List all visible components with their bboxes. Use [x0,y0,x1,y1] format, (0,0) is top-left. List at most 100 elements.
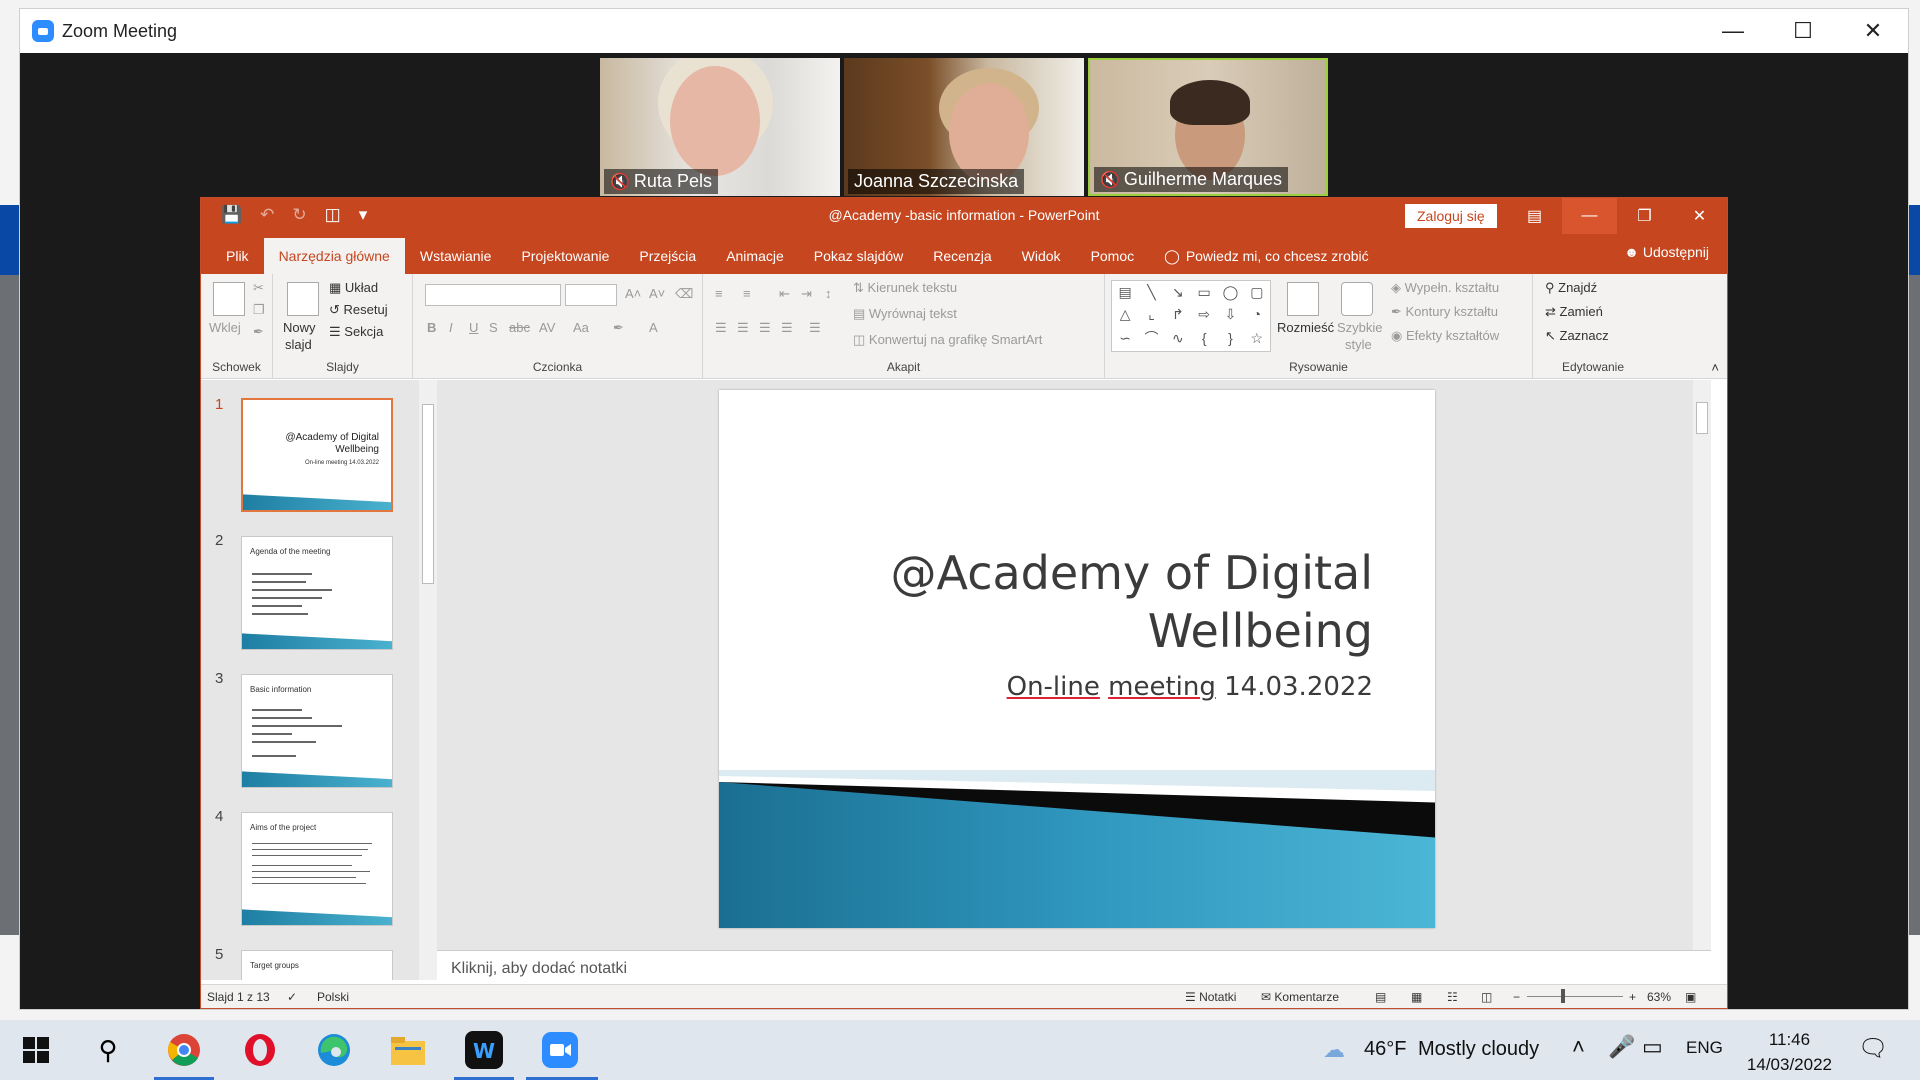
arrange-button[interactable]: Rozmieść [1277,320,1334,335]
video-tile-active-speaker[interactable]: 🔇 Guilherme Marques [1088,58,1328,196]
font-name-input[interactable] [425,284,561,306]
tab-view[interactable]: Widok [1007,238,1076,274]
slide-thumbnail-5[interactable]: Target groups [241,950,393,980]
ppt-restore-button[interactable]: ❐ [1617,198,1672,234]
shrink-font-icon[interactable]: A˅ [649,286,665,301]
chrome-icon[interactable] [164,1030,204,1070]
wave-shape-icon[interactable]: ∿ [1172,330,1184,347]
shapes-gallery[interactable]: ▤ ╲ ↘ ▭ ◯ ▢ △ ⌞ ↱ ⇨ ⇩ ◔ ∽ ⌒ ∿ { } ☆ [1111,280,1271,352]
slideshow-view-icon[interactable]: ◫ [1481,990,1492,1004]
cut-icon[interactable]: ✂ [253,280,264,296]
tab-file[interactable]: Plik [211,238,264,274]
increase-indent-icon[interactable]: ⇥ [801,286,812,302]
tell-me-search[interactable]: ◯ Powiedz mi, co chcesz zrobić [1149,238,1369,274]
oval-shape-icon[interactable]: ◯ [1223,284,1239,301]
quick-styles-button[interactable]: Szybkie [1337,320,1383,335]
slide-thumbnail-1[interactable]: @Academy of Digital Wellbeing On-line me… [241,398,393,512]
shape-effects-button[interactable]: ◉ Efekty kształtów [1391,328,1499,344]
shadow-icon[interactable]: S [489,320,498,335]
tab-review[interactable]: Recenzja [918,238,1006,274]
curve-shape-icon[interactable]: ∽ [1119,330,1131,347]
align-text-button[interactable]: ▤ Wyrównaj tekst [853,306,957,322]
justify-icon[interactable]: ☰ [781,320,793,336]
brace-right-icon[interactable]: } [1228,330,1233,346]
slide-subtitle[interactable]: On-line meeting 14.03.2022 [1007,672,1373,702]
edge-icon[interactable] [314,1030,354,1070]
slide-thumbnail-3[interactable]: Basic information [241,674,393,788]
reading-view-icon[interactable]: ☷ [1447,990,1458,1004]
paste-button[interactable]: Wklej [209,320,241,335]
rectangle-shape-icon[interactable]: ▭ [1198,284,1211,301]
font-size-input[interactable] [565,284,617,306]
battery-icon[interactable]: ▭ [1642,1034,1663,1060]
font-color-icon[interactable]: A [649,320,658,335]
current-slide[interactable]: @Academy of Digital Wellbeing On-line me… [719,390,1435,928]
microphone-icon[interactable]: 🎤 [1608,1034,1635,1060]
highlight-icon[interactable]: ✒ [613,320,624,336]
columns-icon[interactable]: ☰ [809,320,821,336]
slide-title[interactable]: @Academy of Digital Wellbeing [813,545,1373,660]
triangle-shape-icon[interactable]: △ [1120,306,1131,323]
notification-icon[interactable]: 🗨 [1858,1034,1888,1063]
share-button[interactable]: ☻ Udostępnij [1624,244,1709,260]
fit-to-window-icon[interactable]: ▣ [1685,990,1696,1004]
slide-thumbnail-4[interactable]: Aims of the project [241,812,393,926]
zoom-slider-handle[interactable] [1561,989,1565,1003]
shape-fill-button[interactable]: ◈ Wypełn. kształtu [1391,280,1499,296]
bold-icon[interactable]: B [427,320,436,335]
elbow-connector-icon[interactable]: ⌞ [1148,306,1155,323]
new-slide-dropdown[interactable]: slajd [285,337,312,352]
elbow-arrow-icon[interactable]: ↱ [1172,306,1184,323]
strikethrough-icon[interactable]: abc [509,320,530,335]
convert-smartart-button[interactable]: ◫ Konwertuj na grafikę SmartArt [853,332,1042,348]
show-hidden-icons-icon[interactable]: ˄ [1572,1034,1585,1060]
brace-left-icon[interactable]: { [1202,330,1207,346]
system-clock[interactable]: 11:46 14/03/2022 [1747,1028,1832,1077]
spellcheck-icon[interactable]: ✓ [287,990,297,1004]
tab-design[interactable]: Projektowanie [506,238,624,274]
quick-styles-dropdown[interactable]: style [1345,337,1372,352]
zoom-app-icon[interactable] [540,1030,580,1070]
replace-button[interactable]: ⇄ Zamień [1545,304,1603,320]
ppt-minimize-button[interactable]: — [1562,198,1617,234]
copy-icon[interactable]: ❐ [253,302,265,318]
italic-icon[interactable]: I [449,320,453,335]
pie-shape-icon[interactable]: ◔ [1253,306,1261,322]
tab-insert[interactable]: Wstawianie [405,238,507,274]
tab-home[interactable]: Narzędzia główne [263,238,405,274]
down-arrow-shape-icon[interactable]: ⇩ [1225,306,1237,323]
align-right-icon[interactable]: ☰ [759,320,771,336]
tab-transitions[interactable]: Przejścia [624,238,711,274]
new-slide-button[interactable]: Nowy [283,320,316,335]
star-shape-icon[interactable]: ☆ [1251,330,1264,347]
select-button[interactable]: ↖ Zaznacz [1545,328,1609,344]
maximize-button[interactable]: ☐ [1768,9,1838,53]
textbox-shape-icon[interactable]: ▤ [1119,284,1132,301]
grow-font-icon[interactable]: A˄ [625,286,641,301]
reset-button[interactable]: ↺ Resetuj [329,302,388,318]
change-case-icon[interactable]: Aa [573,320,589,335]
close-button[interactable]: ✕ [1838,9,1908,53]
line-spacing-icon[interactable]: ↕ [825,286,832,301]
arc-shape-icon[interactable]: ⌒ [1144,328,1158,348]
weather-cloud-icon[interactable]: ☁ [1314,1030,1354,1070]
layout-button[interactable]: ▦ Układ [329,280,378,296]
language-status[interactable]: Polski [317,990,349,1004]
clear-format-icon[interactable]: ⌫ [675,286,693,302]
zoom-slider[interactable] [1527,996,1623,997]
rounded-rect-shape-icon[interactable]: ▢ [1250,284,1263,301]
line-shape-icon[interactable]: ╲ [1147,284,1155,301]
right-arrow-shape-icon[interactable]: ⇨ [1198,306,1210,323]
weather-desc[interactable]: Mostly cloudy [1418,1038,1539,1061]
ppt-close-button[interactable]: ✕ [1672,198,1727,234]
weather-temp[interactable]: 46°F [1364,1038,1406,1061]
format-painter-icon[interactable]: ✒ [253,324,264,340]
zoom-in-button[interactable]: + [1629,990,1636,1004]
zoom-out-button[interactable]: − [1513,990,1520,1004]
decrease-indent-icon[interactable]: ⇤ [779,286,790,302]
align-left-icon[interactable]: ☰ [715,320,727,336]
slide-scrollbar[interactable] [1693,380,1711,950]
find-button[interactable]: ⚲ Znajdź [1545,280,1597,296]
notes-toggle[interactable]: ☰ Notatki [1185,990,1236,1004]
tab-help[interactable]: Pomoc [1076,238,1150,274]
